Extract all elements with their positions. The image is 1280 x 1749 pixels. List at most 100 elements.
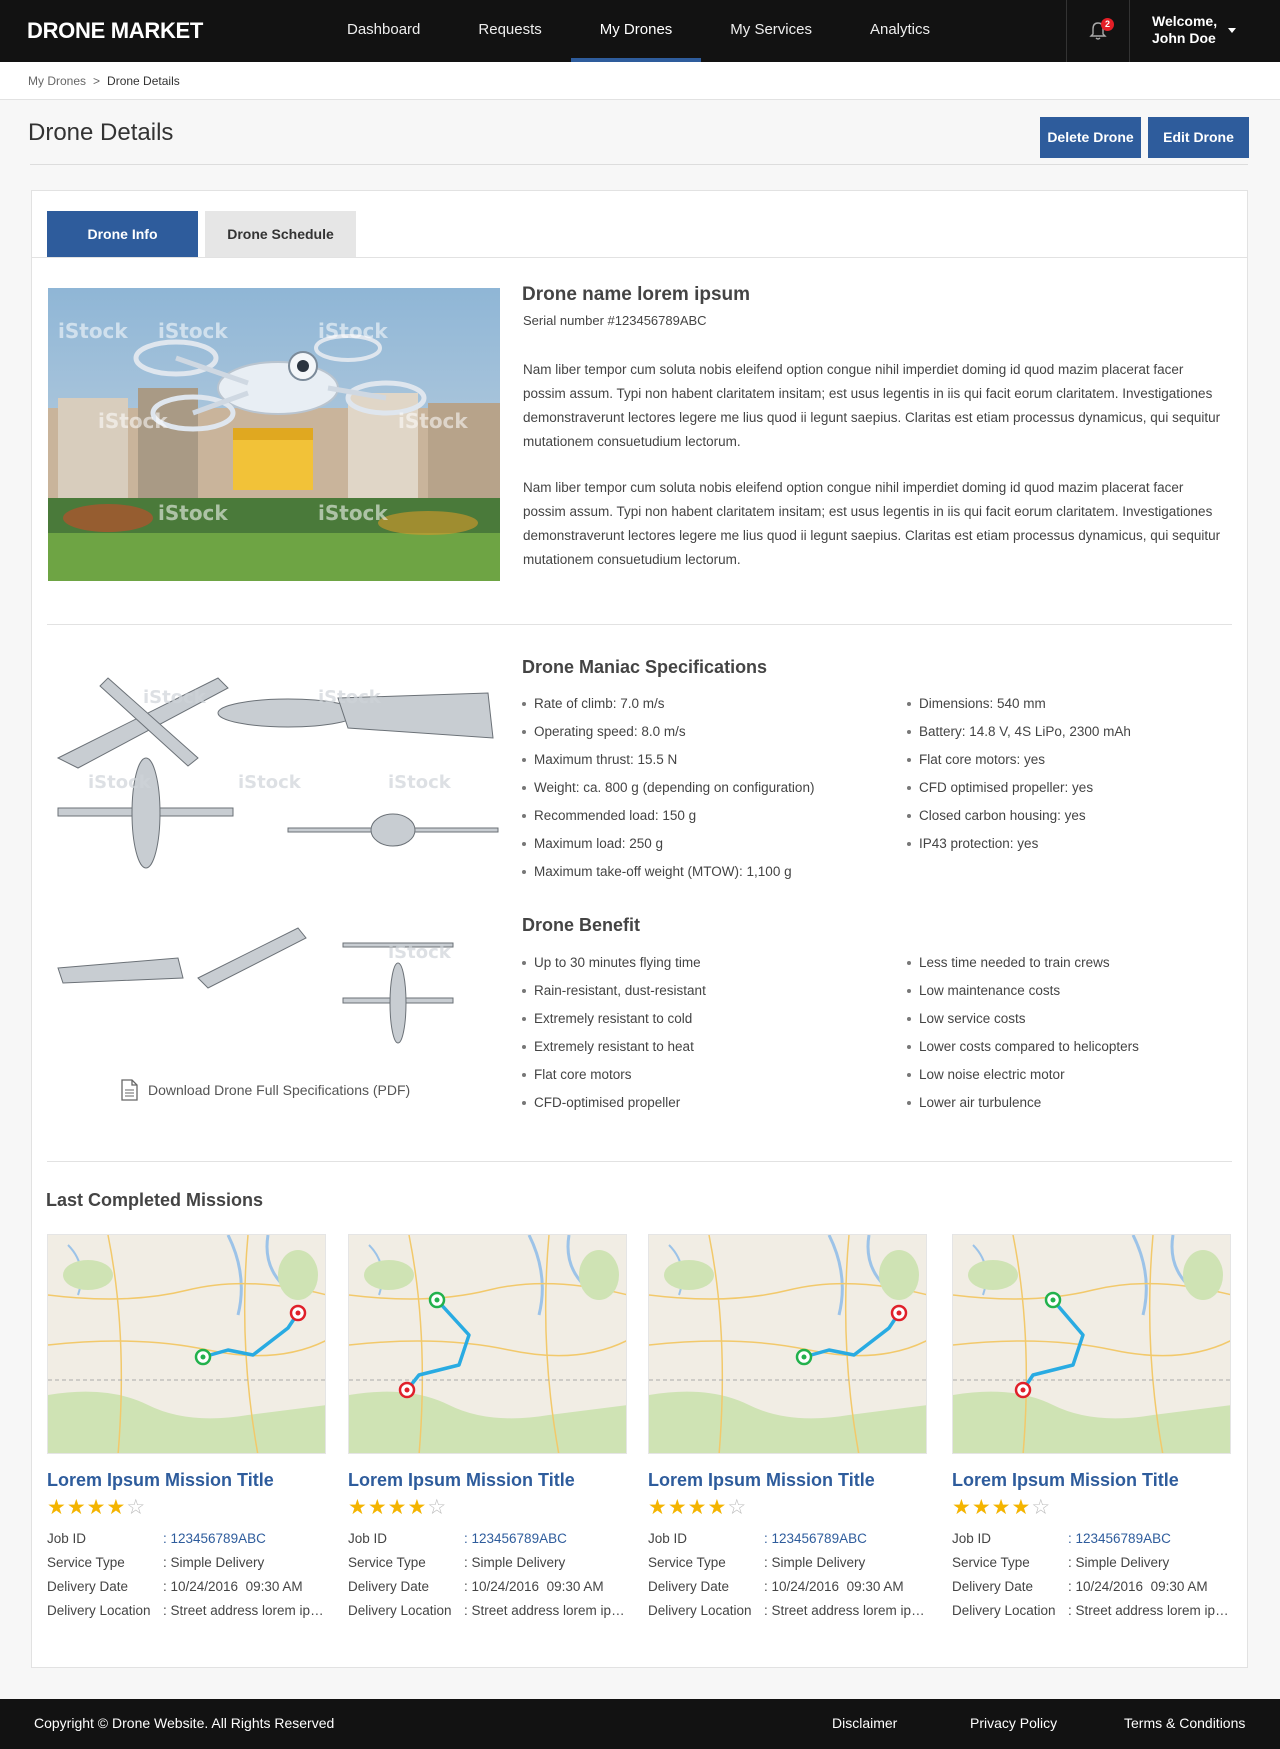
last-missions-title: Last Completed Missions bbox=[46, 1190, 264, 1210]
specifications-list-left: Rate of climb: 7.0 m/s Operating speed: 8… bbox=[522, 690, 814, 886]
delivery-date-label: Delivery Date bbox=[952, 1579, 1034, 1594]
mission-route-map[interactable] bbox=[648, 1234, 927, 1454]
benefit-item: Low service costs bbox=[907, 1005, 1139, 1033]
breadcrumb-current: Drone Details bbox=[107, 74, 180, 88]
delivery-location-label: Delivery Location bbox=[648, 1603, 752, 1618]
benefits-title: Drone Benefit bbox=[522, 915, 641, 935]
mission-route-map[interactable] bbox=[348, 1234, 627, 1454]
job-id-link[interactable]: : 123456789ABC bbox=[764, 1527, 928, 1551]
mission-title[interactable]: Lorem Ipsum Mission Title bbox=[648, 1470, 928, 1491]
star-icon: ★ bbox=[66, 1496, 86, 1519]
spec-item: Recommended load: 150 g bbox=[522, 802, 814, 830]
mission-title[interactable]: Lorem Ipsum Mission Title bbox=[348, 1470, 628, 1491]
spec-item: Operating speed: 8.0 m/s bbox=[522, 718, 814, 746]
job-id-label: Job ID bbox=[47, 1531, 87, 1546]
star-icon: ★ bbox=[1011, 1496, 1031, 1519]
breadcrumb-my-drones[interactable]: My Drones bbox=[28, 74, 86, 88]
watermark-text: iStock bbox=[88, 772, 152, 793]
mission-rating: ★ ★ ★ ★ ☆ bbox=[348, 1496, 628, 1520]
breadcrumb-separator: > bbox=[93, 74, 101, 88]
star-icon: ★ bbox=[367, 1496, 387, 1519]
benefit-item: Less time needed to train crews bbox=[907, 949, 1139, 977]
divider bbox=[30, 164, 1248, 165]
copyright-text: Copyright © Drone Website. All Rights Re… bbox=[34, 1715, 335, 1731]
delete-drone-button[interactable]: Delete Drone bbox=[1040, 117, 1141, 158]
brand-logo[interactable]: DRONE MARKET bbox=[27, 18, 203, 44]
nav-item-requests[interactable]: Requests bbox=[449, 0, 570, 62]
spec-item: Flat core motors: yes bbox=[907, 746, 1131, 774]
tab-drone-info[interactable]: Drone Info bbox=[47, 211, 198, 257]
mission-card[interactable]: Lorem Ipsum Mission Title ★ ★ ★ ★ ☆ Job ID: 12… bbox=[648, 1234, 928, 1623]
benefits-list-right: Less time needed to train crews Low maint… bbox=[907, 949, 1139, 1117]
delivery-location-value: : Street address lorem ipsum bbox=[163, 1603, 327, 1618]
nav-item-analytics[interactable]: Analytics bbox=[841, 0, 959, 62]
document-icon bbox=[121, 1079, 138, 1101]
benefit-item: Low noise electric motor bbox=[907, 1061, 1139, 1089]
top-navigation-bar: DRONE MARKET Dashboard Requests My Drone… bbox=[0, 0, 1280, 62]
spec-item: Maximum load: 250 g bbox=[522, 830, 814, 858]
star-icon: ★ bbox=[86, 1496, 106, 1519]
mission-route-map[interactable] bbox=[47, 1234, 326, 1454]
star-icon: ★ bbox=[667, 1496, 687, 1519]
service-type-label: Service Type bbox=[47, 1555, 125, 1570]
notification-count-badge: 2 bbox=[1101, 18, 1114, 31]
benefit-item: Rain-resistant, dust-resistant bbox=[522, 977, 706, 1005]
mission-card[interactable]: Lorem Ipsum Mission Title ★ ★ ★ ★ ☆ Job ID: 12… bbox=[47, 1234, 327, 1623]
welcome-text: Welcome, bbox=[1152, 13, 1218, 29]
footer-link-disclaimer[interactable]: Disclaimer bbox=[832, 1715, 897, 1731]
nav-item-dashboard[interactable]: Dashboard bbox=[318, 0, 449, 62]
edit-drone-button[interactable]: Edit Drone bbox=[1148, 117, 1249, 158]
page-title: Drone Details bbox=[28, 119, 174, 146]
spec-item: Dimensions: 540 mm bbox=[907, 690, 1131, 718]
watermark-text: iStock bbox=[58, 319, 128, 343]
delivery-date-value: : 10/24/2016 09:30 AM bbox=[1068, 1579, 1208, 1594]
watermark-text: iStock bbox=[318, 319, 388, 343]
footer: Copyright © Drone Website. All Rights Re… bbox=[0, 1699, 1280, 1749]
job-id-label: Job ID bbox=[648, 1531, 688, 1546]
service-type-value: : Simple Delivery bbox=[464, 1555, 566, 1570]
star-icon: ★ bbox=[106, 1496, 126, 1519]
download-specs-link[interactable]: Download Drone Full Specifications (PDF) bbox=[120, 1079, 410, 1101]
star-icon: ☆ bbox=[126, 1496, 146, 1519]
benefit-item: CFD-optimised propeller bbox=[522, 1089, 706, 1117]
main-nav: Dashboard Requests My Drones My Services… bbox=[318, 0, 959, 62]
job-id-link[interactable]: : 123456789ABC bbox=[1068, 1527, 1232, 1551]
drone-views-image: iStock iStock iStock iStock iStock iStoc… bbox=[48, 658, 500, 1050]
tab-drone-schedule[interactable]: Drone Schedule bbox=[205, 211, 356, 257]
specifications-title: Drone Maniac Specifications bbox=[522, 657, 768, 677]
delivery-location-value: : Street address lorem ipsum bbox=[764, 1603, 928, 1618]
benefit-item: Extremely resistant to heat bbox=[522, 1033, 706, 1061]
mission-card[interactable]: Lorem Ipsum Mission Title ★ ★ ★ ★ ☆ Job ID: 12… bbox=[952, 1234, 1232, 1623]
job-id-link[interactable]: : 123456789ABC bbox=[464, 1527, 628, 1551]
nav-item-my-drones[interactable]: My Drones bbox=[570, 0, 702, 62]
mission-title[interactable]: Lorem Ipsum Mission Title bbox=[952, 1470, 1232, 1491]
notifications-button[interactable]: 2 bbox=[1066, 0, 1130, 62]
star-icon: ☆ bbox=[427, 1496, 447, 1519]
star-icon: ☆ bbox=[1031, 1496, 1051, 1519]
spec-item: Rate of climb: 7.0 m/s bbox=[522, 690, 814, 718]
job-id-label: Job ID bbox=[952, 1531, 992, 1546]
watermark-text: iStock bbox=[158, 501, 228, 525]
star-icon: ★ bbox=[687, 1496, 707, 1519]
mission-route-map[interactable] bbox=[952, 1234, 1231, 1454]
user-menu[interactable]: Welcome, John Doe bbox=[1152, 13, 1217, 47]
drone-photo: iStock iStock iStock iStock iStock iStoc… bbox=[48, 288, 500, 581]
delivery-location-label: Delivery Location bbox=[348, 1603, 452, 1618]
benefit-item: Low maintenance costs bbox=[907, 977, 1139, 1005]
nav-item-my-services[interactable]: My Services bbox=[701, 0, 841, 62]
footer-link-terms[interactable]: Terms & Conditions bbox=[1124, 1715, 1245, 1731]
footer-link-privacy-policy[interactable]: Privacy Policy bbox=[970, 1715, 1057, 1731]
star-icon: ★ bbox=[971, 1496, 991, 1519]
benefit-item: Lower air turbulence bbox=[907, 1089, 1139, 1117]
specifications-list-right: Dimensions: 540 mm Battery: 14.8 V, 4S Li… bbox=[907, 690, 1131, 858]
watermark-text: iStock bbox=[388, 772, 452, 793]
drone-description: Nam liber tempor cum soluta nobis eleife… bbox=[523, 362, 1221, 449]
watermark-text: iStock bbox=[158, 319, 228, 343]
mission-title[interactable]: Lorem Ipsum Mission Title bbox=[47, 1470, 327, 1491]
job-id-link[interactable]: : 123456789ABC bbox=[163, 1527, 327, 1551]
chevron-down-icon[interactable] bbox=[1228, 28, 1236, 33]
mission-card[interactable]: Lorem Ipsum Mission Title ★ ★ ★ ★ ☆ Job ID: 12… bbox=[348, 1234, 628, 1623]
delivery-date-label: Delivery Date bbox=[348, 1579, 430, 1594]
delivery-date-value: : 10/24/2016 09:30 AM bbox=[163, 1579, 303, 1594]
star-icon: ★ bbox=[407, 1496, 427, 1519]
